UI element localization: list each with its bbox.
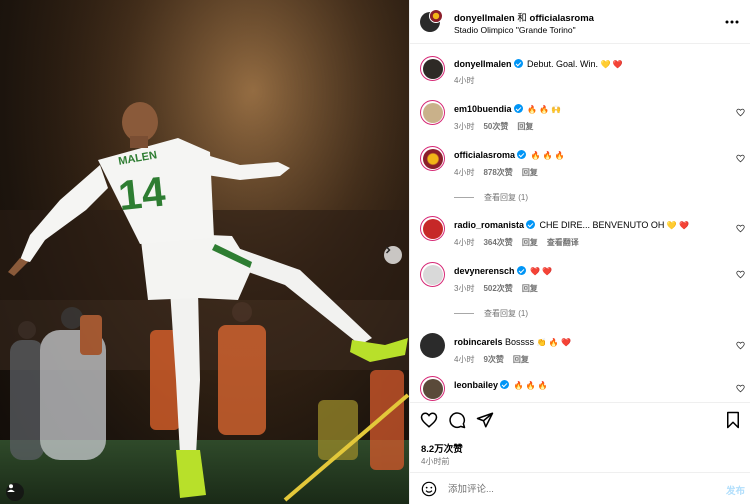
comment-like-heart-icon[interactable] — [736, 108, 745, 117]
comment-emoji: 🔥 🔥 🔥 — [530, 151, 565, 160]
likes-count[interactable]: 8.2万次赞 — [421, 441, 463, 455]
comment-time: 4小时 — [454, 355, 475, 364]
next-image-button[interactable] — [384, 246, 402, 264]
comment-username[interactable]: leonbailey — [454, 380, 498, 390]
view-replies-label: 查看回复 (1) — [484, 193, 528, 202]
verified-badge-icon — [500, 380, 510, 389]
comment-input[interactable] — [448, 479, 708, 499]
emoji-icon[interactable] — [421, 481, 437, 497]
comment-like-heart-icon[interactable] — [736, 341, 745, 350]
post-comment-button[interactable]: 发布 — [726, 483, 745, 497]
post-location[interactable]: Stadio Olimpico "Grande Torino" — [454, 25, 576, 35]
collaborator-avatar[interactable] — [429, 9, 443, 23]
comment-text: Bossss — [505, 337, 535, 347]
comment-avatar[interactable] — [420, 100, 445, 125]
share-icon[interactable] — [476, 411, 494, 429]
tagged-users-button[interactable] — [6, 483, 24, 501]
comment-likes[interactable]: 9次赞 — [483, 355, 503, 364]
verified-badge-icon — [516, 266, 526, 275]
comment-text: CHE DIRE... BENVENUTO OH — [539, 220, 665, 230]
caption-avatar[interactable] — [420, 56, 445, 81]
author-conjunction: 和 — [517, 13, 527, 24]
post-time[interactable]: 4小时前 — [421, 456, 449, 467]
comment-emoji: 🔥 🔥 🔥 — [513, 381, 548, 390]
comment-username[interactable]: em10buendia — [454, 104, 512, 114]
see-translation-button[interactable]: 查看翻译 — [547, 238, 579, 247]
comments-list[interactable]: donyellmalen Debut. Goal. Win. 💛 ❤️ 4小时 … — [410, 44, 750, 402]
more-options-icon — [725, 20, 739, 24]
post-photo[interactable]: 14 MALEN — [0, 0, 409, 504]
instagram-post-modal: 14 MALEN donyellmalen 和 officialasroma S… — [0, 0, 750, 504]
comment-avatar[interactable] — [420, 376, 445, 401]
comment-like-heart-icon[interactable] — [736, 224, 745, 233]
post-side-panel: donyellmalen 和 officialasroma Stadio Oli… — [409, 0, 750, 504]
post-author-line: donyellmalen 和 officialasroma — [454, 10, 594, 24]
collaborator-username[interactable]: officialasroma — [530, 13, 594, 24]
view-replies-label: 查看回复 (1) — [484, 309, 528, 318]
comment-avatar[interactable] — [420, 216, 445, 241]
reply-button[interactable]: 回复 — [522, 168, 538, 177]
comment-likes[interactable]: 502次赞 — [483, 284, 512, 293]
comment-time: 4小时 — [454, 168, 475, 177]
divider-line — [454, 197, 474, 199]
caption-time: 4小时 — [454, 76, 475, 85]
reply-button[interactable]: 回复 — [522, 284, 538, 293]
comment-avatar[interactable] — [420, 333, 445, 358]
chevron-right-icon — [385, 246, 391, 254]
post-actions-bar: 8.2万次赞 4小时前 — [410, 402, 750, 472]
comment-avatar[interactable] — [420, 146, 445, 171]
caption-emoji: 💛 ❤️ — [600, 60, 623, 69]
view-replies-button[interactable]: 查看回复 (1) — [454, 192, 528, 203]
comment-emoji: 💛 ❤️ — [666, 221, 690, 230]
reply-button[interactable]: 回复 — [522, 238, 538, 247]
comment-emoji: 👏 🔥 ❤️ — [536, 338, 571, 347]
comment-likes[interactable]: 878次赞 — [483, 168, 512, 177]
view-replies-button[interactable]: 查看回复 (1) — [454, 308, 528, 319]
comment-like-heart-icon[interactable] — [736, 270, 745, 279]
comment-like-heart-icon[interactable] — [736, 154, 745, 163]
comment-username[interactable]: officialasroma — [454, 150, 515, 160]
caption-username[interactable]: donyellmalen — [454, 59, 512, 69]
divider-line — [454, 313, 474, 315]
heart-icon[interactable] — [420, 411, 438, 429]
jersey-number: 14 — [116, 167, 168, 219]
post-header: donyellmalen 和 officialasroma Stadio Oli… — [410, 0, 750, 44]
comment-username[interactable]: devynerensch — [454, 266, 515, 276]
comment-username[interactable]: robincarels — [454, 337, 503, 347]
comment-like-heart-icon[interactable] — [736, 384, 745, 393]
comment-emoji: ❤️ ❤️ — [530, 267, 553, 276]
bookmark-icon[interactable] — [724, 411, 742, 429]
comment-icon[interactable] — [448, 411, 466, 429]
comment-time: 3小时 — [454, 284, 475, 293]
comment-composer: 发布 — [410, 472, 750, 504]
comment-emoji: 🔥 🔥 🙌 — [527, 105, 562, 114]
comment-time: 4小时 — [454, 238, 475, 247]
comment-time: 3小时 — [454, 122, 475, 131]
reply-button[interactable]: 回复 — [517, 122, 533, 131]
more-options-button[interactable] — [725, 12, 739, 27]
verified-badge-icon — [513, 104, 523, 113]
verified-badge-icon — [513, 59, 523, 68]
verified-badge-icon — [526, 220, 536, 229]
author-username[interactable]: donyellmalen — [454, 13, 515, 24]
football-celebration-illustration: 14 MALEN — [0, 0, 409, 504]
verified-badge-icon — [517, 150, 527, 159]
reply-button[interactable]: 回复 — [513, 355, 529, 364]
user-tag-icon — [7, 484, 15, 492]
comment-likes[interactable]: 364次赞 — [483, 238, 512, 247]
comment-username[interactable]: radio_romanista — [454, 220, 524, 230]
caption-text: Debut. Goal. Win. — [527, 59, 599, 69]
comment-avatar[interactable] — [420, 262, 445, 287]
comment-likes[interactable]: 50次赞 — [483, 122, 508, 131]
